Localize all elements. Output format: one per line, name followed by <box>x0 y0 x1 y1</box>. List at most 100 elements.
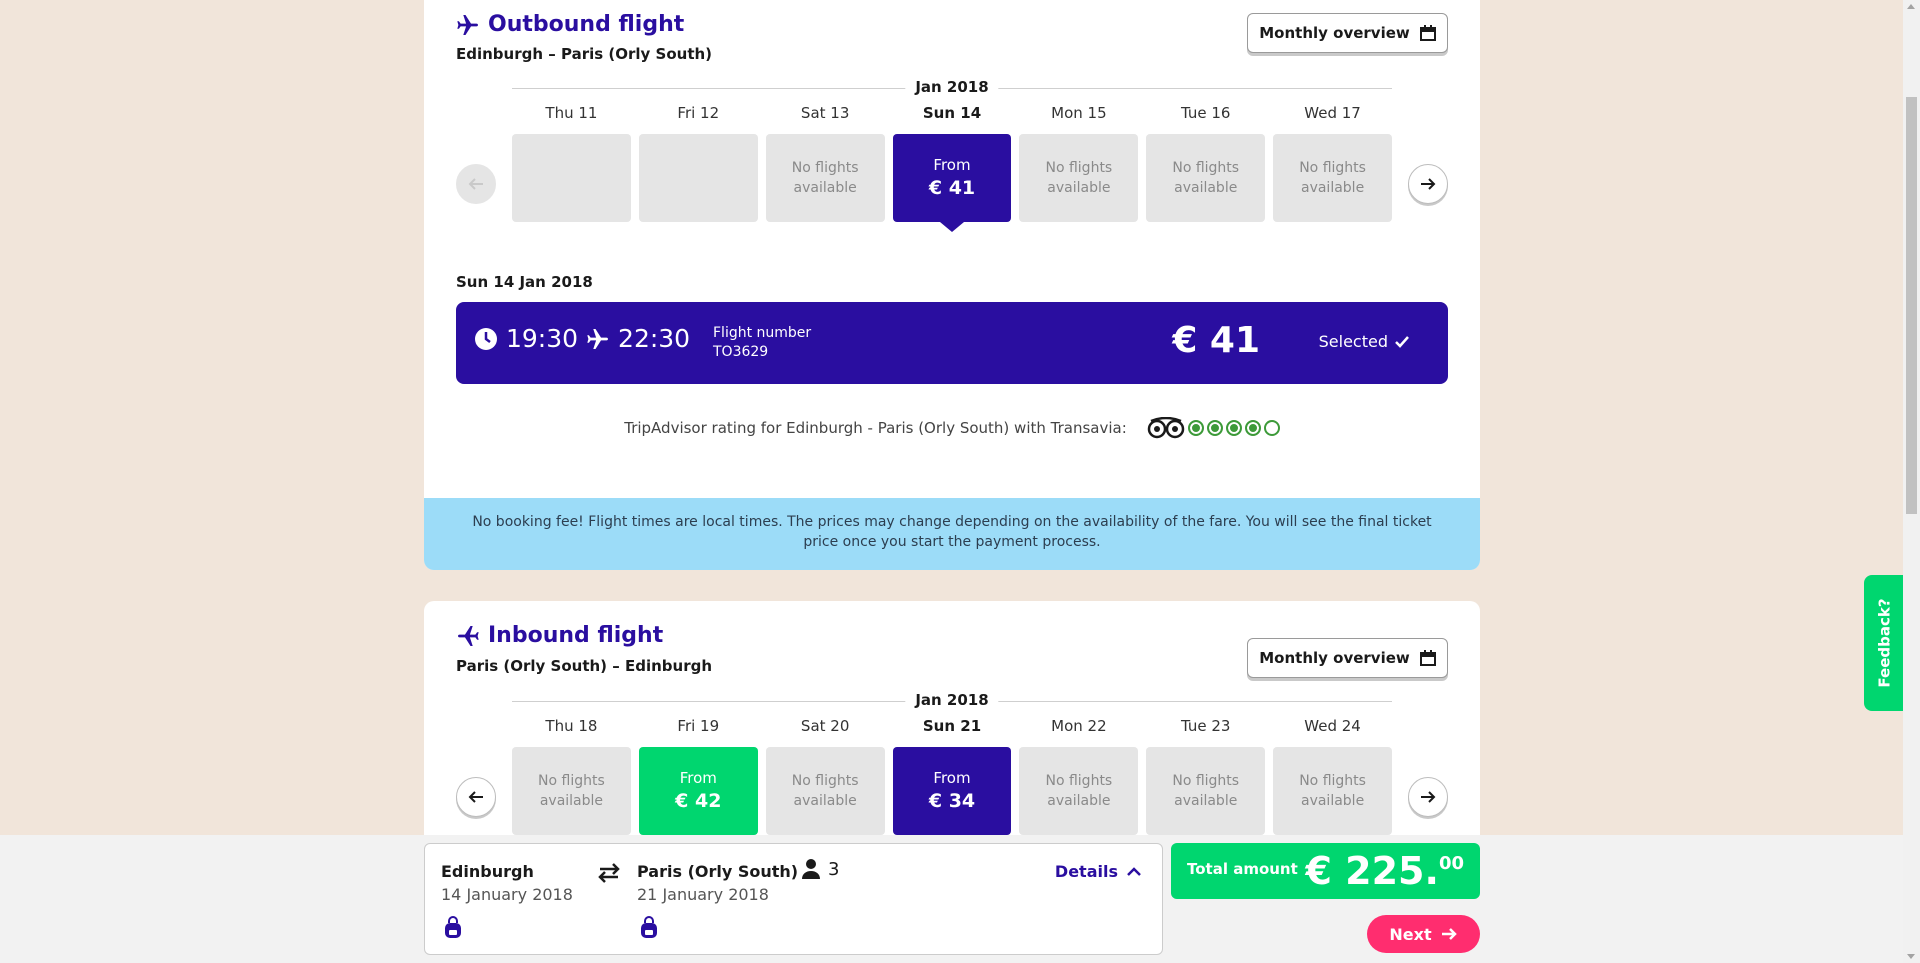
day-line1: No flights <box>1172 773 1240 789</box>
total-amount-box: Total amount € 225.00 <box>1171 843 1480 899</box>
inbound-day-6[interactable]: Wed 24 No flights available <box>1273 717 1393 835</box>
to-city: Paris (Orly South) <box>637 862 799 881</box>
inbound-day-list: Thu 18 No flights available Fri 19 From … <box>512 717 1393 835</box>
flight-number-block: Flight number TO3629 <box>713 324 811 362</box>
day-line1: From <box>933 769 971 787</box>
day-box[interactable] <box>638 134 758 222</box>
day-line1: From <box>679 769 717 787</box>
day-line2: available <box>1047 793 1111 809</box>
day-box[interactable]: No flights available <box>1146 134 1266 222</box>
scroll-up-icon[interactable] <box>1907 4 1915 9</box>
inbound-title: Inbound flight <box>456 623 663 648</box>
departure-time: 19:30 <box>506 324 579 353</box>
arrow-left-icon <box>468 178 483 190</box>
passenger-count: 3 <box>800 858 839 880</box>
day-line1: No flights <box>1172 160 1240 176</box>
inbound-day-4[interactable]: Mon 22 No flights available <box>1019 717 1139 835</box>
total-cents: 00 <box>1438 853 1464 874</box>
day-box[interactable]: No flights available <box>765 747 885 835</box>
day-line1: No flights <box>1299 160 1366 176</box>
day-price: € 41 <box>928 177 976 199</box>
day-name: Fri 12 <box>677 104 720 122</box>
arrow-left-icon <box>468 791 483 803</box>
day-price: € 34 <box>928 790 976 812</box>
selected-date: Sun 14 Jan 2018 <box>456 273 593 291</box>
feedback-tab[interactable]: Feedback? <box>1864 575 1905 711</box>
tripadvisor-owl-icon <box>1147 417 1185 439</box>
outbound-title-text: Outbound flight <box>488 12 685 37</box>
day-box[interactable]: No flights available <box>1273 747 1393 835</box>
total-main: € 225. <box>1305 849 1439 893</box>
scrollbar-thumb[interactable] <box>1906 97 1917 514</box>
day-name: Tue 16 <box>1180 104 1231 122</box>
day-box[interactable]: No flights available <box>765 134 885 222</box>
day-box[interactable]: No flights available <box>512 747 631 835</box>
day-line1: No flights <box>1299 773 1366 789</box>
rating-dot-filled <box>1225 420 1242 436</box>
day-box[interactable]: No flights available <box>1146 747 1266 835</box>
inbound-month-label: Jan 2018 <box>905 691 999 709</box>
page-scrollbar[interactable] <box>1903 0 1920 963</box>
inbound-month-row: Jan 2018 <box>512 691 1392 711</box>
outbound-monthly-overview-button[interactable]: Monthly overview <box>1247 13 1448 53</box>
rating-dot-filled <box>1244 420 1261 436</box>
inbound-day-1[interactable]: Fri 19 From € 42 <box>638 717 758 835</box>
swap-icon <box>598 863 620 883</box>
inbound-next-button[interactable] <box>1408 777 1448 817</box>
outbound-day-6[interactable]: Wed 17 No flights available <box>1273 104 1393 222</box>
calendar-icon <box>1419 650 1436 666</box>
day-line1: No flights <box>791 773 859 789</box>
inbound-day-5[interactable]: Tue 23 No flights available <box>1146 717 1266 835</box>
day-line2: available <box>1174 180 1238 196</box>
day-box-selected[interactable]: From € 34 <box>892 747 1012 835</box>
flight-selected-status[interactable]: Selected <box>1319 332 1410 351</box>
from-date: 14 January 2018 <box>441 885 573 904</box>
selected-flight-bar[interactable]: 19:30 22:30 Flight number TO3629 € 41 Se… <box>456 302 1448 384</box>
day-line1: No flights <box>1045 773 1113 789</box>
day-name: Sun 21 <box>922 717 982 735</box>
rating-dot-filled <box>1206 420 1223 436</box>
inbound-day-3[interactable]: Sun 21 From € 34 <box>892 717 1012 835</box>
outbound-prev-button[interactable] <box>456 164 496 204</box>
day-name: Thu 11 <box>545 104 598 122</box>
scroll-down-icon[interactable] <box>1907 954 1915 959</box>
day-name: Sat 13 <box>800 104 850 122</box>
day-box[interactable]: No flights available <box>1273 134 1393 222</box>
outbound-month-label: Jan 2018 <box>905 78 999 96</box>
flight-number: TO3629 <box>713 344 769 360</box>
day-box[interactable]: No flights available <box>1019 134 1139 222</box>
day-line2: available <box>539 793 604 809</box>
inbound-day-2[interactable]: Sat 20 No flights available <box>765 717 885 835</box>
day-name: Mon 15 <box>1051 104 1107 122</box>
details-toggle[interactable]: Details <box>1055 862 1142 881</box>
day-box[interactable] <box>512 134 631 222</box>
inbound-prev-button[interactable] <box>456 777 496 817</box>
day-name: Sat 20 <box>800 717 850 735</box>
outbound-day-2[interactable]: Sat 13 No flights available <box>765 104 885 222</box>
monthly-overview-label: Monthly overview <box>1259 649 1410 667</box>
outbound-day-0[interactable]: Thu 11 <box>512 104 631 222</box>
total-value: € 225.00 <box>1306 849 1465 893</box>
outbound-next-button[interactable] <box>1408 164 1448 204</box>
outbound-day-4[interactable]: Mon 15 No flights available <box>1019 104 1139 222</box>
inbound-title-text: Inbound flight <box>488 623 664 648</box>
inbound-monthly-overview-button[interactable]: Monthly overview <box>1247 638 1448 678</box>
plane-icon <box>587 328 609 349</box>
day-line1: No flights <box>538 773 605 789</box>
next-button[interactable]: Next <box>1367 915 1480 953</box>
from-city: Edinburgh <box>441 862 534 881</box>
day-name: Sun 14 <box>922 104 982 122</box>
day-line2: available <box>1300 793 1365 809</box>
inbound-day-0[interactable]: Thu 18 No flights available <box>512 717 631 835</box>
outbound-month-row: Jan 2018 <box>512 78 1392 98</box>
day-box-available[interactable]: From € 42 <box>638 747 758 835</box>
day-line2: available <box>1300 180 1365 196</box>
flight-times: 19:30 22:30 <box>474 324 690 353</box>
outbound-day-5[interactable]: Tue 16 No flights available <box>1146 104 1266 222</box>
rating-dot-filled <box>1187 420 1204 436</box>
outbound-day-1[interactable]: Fri 12 <box>638 104 758 222</box>
outbound-day-3[interactable]: Sun 14 From € 41 <box>892 104 1012 232</box>
day-box[interactable]: No flights available <box>1019 747 1139 835</box>
day-box-selected[interactable]: From € 41 <box>892 134 1012 232</box>
to-date: 21 January 2018 <box>637 885 769 904</box>
